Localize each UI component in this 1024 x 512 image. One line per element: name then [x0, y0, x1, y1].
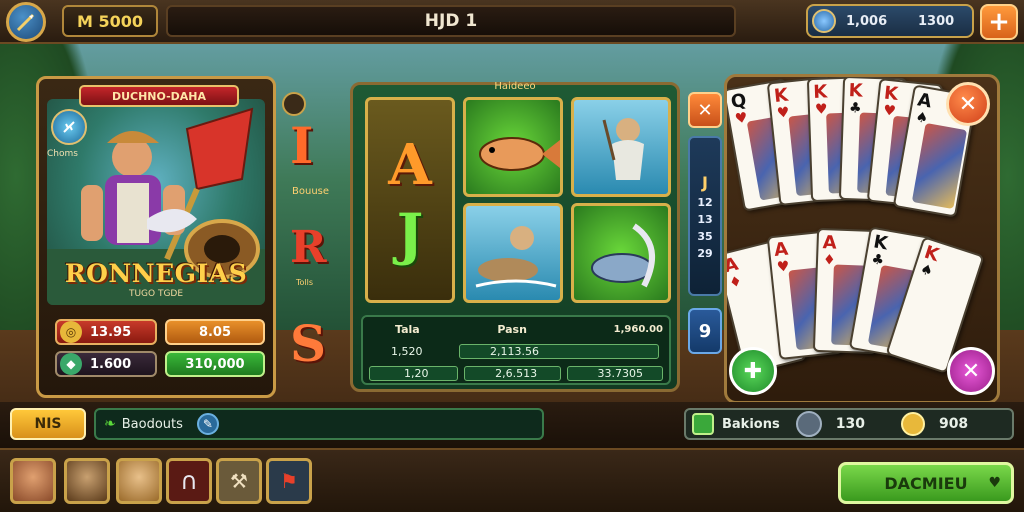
reel-cell-fisherman-2[interactable]: [463, 203, 563, 303]
avatar-woman[interactable]: [10, 458, 56, 504]
game-title: HJD 1: [166, 5, 736, 37]
symbol-i-label: Bouuse: [292, 186, 330, 197]
fish-icon: [479, 137, 560, 171]
reels-panel: Haideeo A J Tala Pasn 1,960.00 1,520 2,1…: [350, 81, 680, 392]
character-name: RONNEGIAS: [64, 259, 248, 288]
feather-icon: ✎: [196, 413, 219, 435]
close-column-button[interactable]: ✕: [688, 92, 722, 128]
reel-cell-fish-1[interactable]: [463, 97, 563, 197]
symbol-s: S: [290, 314, 327, 373]
stat-green: 310,000: [165, 351, 265, 377]
close-icon[interactable]: ✕: [946, 82, 990, 126]
avatar-man[interactable]: [64, 458, 110, 504]
leaf-icon: ❧: [104, 416, 116, 432]
coin-icon: [900, 412, 925, 436]
avatar-explorer[interactable]: [116, 458, 162, 504]
nis-button[interactable]: NIS: [10, 408, 86, 440]
stat-orange: 8.05: [165, 319, 265, 345]
card-icon: [692, 413, 714, 435]
reel-cell-fisherman[interactable]: [571, 97, 671, 197]
fisherman-icon: [602, 118, 644, 180]
pay-table-row: 1,20 2,6.513 33.7305: [369, 365, 663, 381]
card-swap-button[interactable]: ✕: [947, 347, 995, 395]
discover-button[interactable]: DACMIEU ♥: [838, 462, 1014, 504]
character-panel: DUCHNO-DAHA Choms RONNEGIAS TUGO TGDE ◎ …: [36, 76, 276, 398]
map-icon[interactable]: ⚑: [266, 458, 312, 504]
character-badge-label: Choms: [47, 149, 78, 159]
column-list: J 12 13 35 29: [688, 136, 722, 296]
character-badge[interactable]: [51, 109, 87, 145]
bakions-panel: Bakions 130 908: [684, 408, 1014, 440]
symbol-i: I: [290, 116, 314, 175]
character-subtitle: TUGO TGDE: [128, 289, 184, 299]
character-banner: DUCHNO-DAHA: [79, 85, 239, 107]
pay-table-header: Tala Pasn 1,960.00: [395, 322, 663, 336]
column-info-button[interactable]: 9: [688, 308, 722, 354]
info-bar: NIS ❧ Baodouts ✎ Bakions 130 908: [0, 402, 1024, 448]
stat-a: 1,006: [846, 14, 888, 29]
diver-icon: [475, 226, 557, 288]
compass-icon[interactable]: [282, 92, 306, 116]
stat-red: ◎ 13.95: [55, 319, 157, 345]
symbol-r-label: Tolls: [296, 278, 314, 287]
reel-cell-fish-2[interactable]: [571, 203, 671, 303]
reels-title: Haideeo: [494, 81, 536, 92]
gem-icon: ◆: [60, 353, 82, 375]
coin-icon: ◎: [60, 321, 82, 343]
feather-icon: [63, 121, 75, 133]
coin-balance: M 5000: [62, 5, 158, 37]
symbol-r: R: [290, 222, 327, 273]
bottom-bar: ∩ ⚒ ⚑ DACMIEU ♥: [0, 448, 1024, 512]
pay-table: Tala Pasn 1,960.00 1,520 2,113.56 1,20 2…: [361, 315, 671, 385]
stat-dark: ◆ 1.600: [55, 351, 157, 377]
tools-icon[interactable]: ⚒: [216, 458, 262, 504]
globe-icon: [812, 9, 836, 33]
swordfish-icon: [591, 223, 655, 288]
reel-cell-a[interactable]: A J: [365, 97, 455, 303]
spear-icon: [16, 13, 35, 32]
symbol-column: I Bouuse R Tolls S: [282, 92, 344, 382]
card-add-button[interactable]: ✚: [729, 347, 777, 395]
stats-box: 1,006 1300: [806, 4, 974, 38]
shield-icon: [795, 411, 822, 437]
right-column: ✕ J 12 13 35 29 9: [688, 92, 722, 362]
horseshoe-icon[interactable]: ∩: [166, 458, 212, 504]
heart-icon: ♥: [988, 475, 1001, 491]
discover-field[interactable]: ❧ Baodouts ✎: [94, 408, 544, 440]
pay-table-row: 1,520 2,113.56: [369, 343, 663, 359]
menu-button[interactable]: [6, 2, 46, 42]
top-bar: M 5000 HJD 1 1,006 1300 +: [0, 0, 1024, 44]
add-coins-button[interactable]: +: [980, 4, 1018, 40]
stat-b: 1300: [918, 14, 955, 29]
